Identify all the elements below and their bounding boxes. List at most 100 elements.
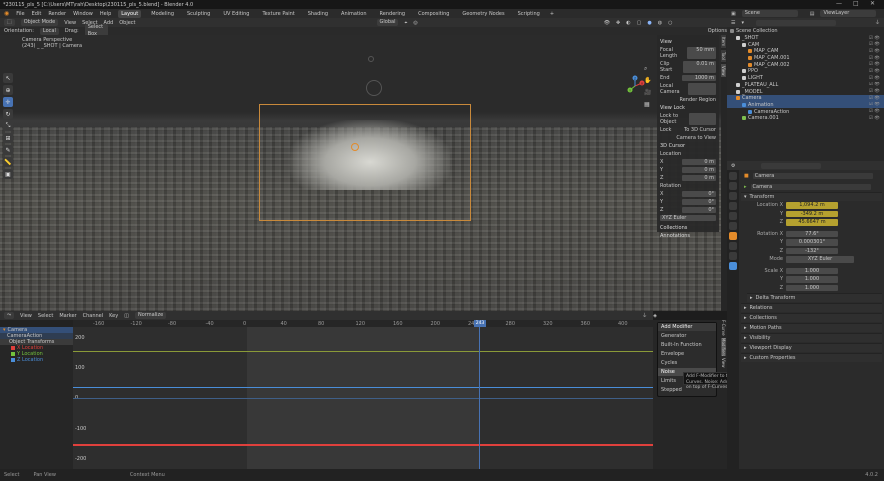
world-tab-icon[interactable] bbox=[729, 222, 737, 230]
sidebar-tab-view[interactable]: View bbox=[721, 63, 726, 78]
workspace-tab-animation[interactable]: Animation bbox=[338, 10, 370, 18]
object-mode-dropdown[interactable]: Object Mode bbox=[20, 19, 59, 26]
camera-to-view-checkbox[interactable]: Camera to View bbox=[676, 135, 716, 141]
cursor-x-field[interactable]: 0 m bbox=[682, 159, 716, 165]
collections-header[interactable]: Collections bbox=[660, 225, 716, 231]
3d-cursor-header[interactable]: 3D Cursor bbox=[660, 143, 716, 149]
visibility-toggle-icon[interactable]: ☑ 👁 bbox=[869, 102, 880, 107]
outliner-row[interactable]: LIGHT ☑ 👁 bbox=[727, 75, 884, 82]
menu-edit[interactable]: Edit bbox=[32, 11, 42, 17]
annotations-header[interactable]: Annotations bbox=[660, 233, 716, 239]
rotation-x-field[interactable]: 77.6° bbox=[786, 230, 838, 237]
scene-selector[interactable]: Scene bbox=[741, 10, 798, 17]
menu-help[interactable]: Help bbox=[100, 11, 111, 17]
graph-editor-type-button[interactable]: ⤳ bbox=[4, 312, 15, 319]
camera-view-icon[interactable]: 🎥 bbox=[644, 89, 651, 96]
light-gizmo-icon[interactable] bbox=[366, 80, 382, 96]
visibility-toggle-icon[interactable]: ☑ 👁 bbox=[869, 116, 880, 121]
workspace-tab-modeling[interactable]: Modeling bbox=[148, 10, 177, 18]
menu-render[interactable]: Render bbox=[48, 11, 66, 17]
x-location-curve[interactable] bbox=[73, 444, 653, 446]
visibility-toggle-icon[interactable]: ☑ 👁 bbox=[869, 42, 880, 47]
visibility-toggle-icon[interactable]: ☑ 👁 bbox=[869, 49, 880, 54]
shading-rendered-icon[interactable]: ○ bbox=[668, 20, 672, 26]
tool-tab-icon[interactable] bbox=[729, 172, 737, 180]
graph-tab-view[interactable]: View bbox=[721, 358, 726, 368]
constraints-tab-icon[interactable] bbox=[729, 252, 737, 260]
local-camera-field[interactable] bbox=[687, 83, 716, 95]
outliner-row[interactable]: CAM ☑ 👁 bbox=[727, 41, 884, 48]
ghost-curves-icon[interactable]: ◫ bbox=[124, 313, 129, 319]
object-name-field[interactable]: Camera bbox=[752, 173, 873, 179]
outliner-row[interactable]: CameraAction ☑ 👁 bbox=[727, 108, 884, 115]
modifier-option-builtin-function[interactable]: Built-In Function bbox=[658, 341, 716, 349]
outliner-display-mode-icon[interactable]: ▾ bbox=[741, 20, 744, 26]
data-tab-icon[interactable] bbox=[729, 262, 737, 270]
view-panel-header[interactable]: View bbox=[660, 39, 716, 45]
select-tool-icon[interactable]: ↖ bbox=[3, 73, 13, 83]
navigation-gizmo[interactable]: X Y Z bbox=[624, 75, 646, 97]
rotation-y-field[interactable]: 0.000301° bbox=[786, 239, 838, 246]
gizmo-toggle-icon[interactable]: ✥ bbox=[616, 20, 620, 26]
viewport-display-section[interactable]: ▸ Viewport Display bbox=[741, 343, 882, 352]
location-y-field[interactable]: -349.2 m bbox=[786, 210, 838, 217]
scene-tab-icon[interactable] bbox=[729, 212, 737, 220]
proportional-edit-icon[interactable]: ◎ bbox=[413, 20, 417, 26]
y-location-curve[interactable] bbox=[73, 351, 653, 352]
collections-section[interactable]: ▸ Collections bbox=[741, 313, 882, 322]
visibility-section[interactable]: ▸ Visibility bbox=[741, 333, 882, 342]
workspace-tab-geometry-nodes[interactable]: Geometry Nodes bbox=[459, 10, 507, 18]
properties-search-input[interactable] bbox=[761, 162, 822, 169]
blender-logo-icon[interactable]: ◉ bbox=[4, 10, 9, 17]
cursor-rz-field[interactable]: 0° bbox=[682, 207, 716, 213]
visibility-icon[interactable]: 👁 bbox=[604, 20, 610, 26]
visibility-toggle-icon[interactable]: ☑ 👁 bbox=[869, 69, 880, 74]
shading-material-icon[interactable]: ◍ bbox=[658, 20, 662, 26]
snap-icon[interactable]: ⌖ bbox=[404, 20, 407, 26]
graph-menu-channel[interactable]: Channel bbox=[83, 313, 104, 319]
graph-tab-fcurve[interactable]: F-Curve bbox=[721, 320, 726, 336]
current-frame-indicator[interactable]: 243 bbox=[474, 320, 486, 327]
scale-y-field[interactable]: 1.000 bbox=[786, 276, 838, 283]
modifier-option-cycles[interactable]: Cycles bbox=[658, 359, 716, 367]
move-tool-icon[interactable]: ✛ bbox=[3, 97, 13, 107]
workspace-tab-scripting[interactable]: Scripting bbox=[515, 10, 543, 18]
outliner-row[interactable]: MAP_CAM.001 ☑ 👁 bbox=[727, 55, 884, 62]
lock-to-cursor-checkbox[interactable]: To 3D Cursor bbox=[684, 127, 716, 133]
datablock-field[interactable]: Camera bbox=[750, 183, 871, 190]
custom-properties-section[interactable]: ▸ Custom Properties bbox=[741, 353, 882, 362]
outliner-row[interactable]: Camera ☑ 👁 bbox=[727, 94, 884, 102]
visibility-toggle-icon[interactable]: ☑ 👁 bbox=[869, 109, 880, 114]
z-location-curve[interactable] bbox=[73, 387, 653, 388]
maximize-button[interactable]: □ bbox=[853, 0, 859, 7]
menu-file[interactable]: File bbox=[16, 11, 24, 17]
output-tab-icon[interactable] bbox=[729, 192, 737, 200]
scale-tool-icon[interactable]: ⤡ bbox=[3, 121, 13, 131]
annotate-tool-icon[interactable]: ✎ bbox=[3, 145, 13, 155]
relations-section[interactable]: ▸ Relations bbox=[741, 303, 882, 312]
visibility-toggle-icon[interactable]: ☑ 👁 bbox=[869, 82, 880, 87]
modifier-option-envelope[interactable]: Envelope bbox=[658, 350, 716, 358]
3d-viewport[interactable]: Camera Perspective (243) _ _SHOT | Camer… bbox=[0, 35, 727, 311]
scale-z-field[interactable]: 1.000 bbox=[786, 284, 838, 291]
render-tab-icon[interactable] bbox=[729, 182, 737, 190]
measure-tool-icon[interactable]: 📏 bbox=[3, 157, 13, 167]
outliner-editor-icon[interactable]: ☰ bbox=[731, 20, 735, 26]
workspace-tab-uv-editing[interactable]: UV Editing bbox=[220, 10, 252, 18]
lock-to-object-field[interactable] bbox=[688, 113, 716, 125]
outliner-row[interactable]: Camera.001 ☑ 👁 bbox=[727, 115, 884, 122]
editor-type-button[interactable]: ⬚ bbox=[4, 19, 15, 26]
add-modifier-header[interactable]: Add Modifier bbox=[658, 323, 716, 331]
rotation-z-field[interactable]: -132° bbox=[786, 247, 838, 254]
outliner-row[interactable]: Scene Collection bbox=[727, 28, 884, 35]
outliner-row[interactable]: _MODEL ☑ 👁 bbox=[727, 88, 884, 95]
visibility-toggle-icon[interactable]: ☑ 👁 bbox=[869, 62, 880, 67]
add-cube-tool-icon[interactable]: ▣ bbox=[3, 169, 13, 179]
cursor-rx-field[interactable]: 0° bbox=[682, 191, 716, 197]
workspace-tab-sculpting[interactable]: Sculpting bbox=[184, 10, 213, 18]
modifier-option-generator[interactable]: Generator bbox=[658, 332, 716, 340]
options-dropdown[interactable]: Options bbox=[708, 28, 727, 34]
view-layer-selector[interactable]: ViewLayer bbox=[820, 10, 877, 17]
location-z-field[interactable]: 45.6647 m bbox=[786, 219, 838, 226]
workspace-tab-shading[interactable]: Shading bbox=[305, 10, 331, 18]
